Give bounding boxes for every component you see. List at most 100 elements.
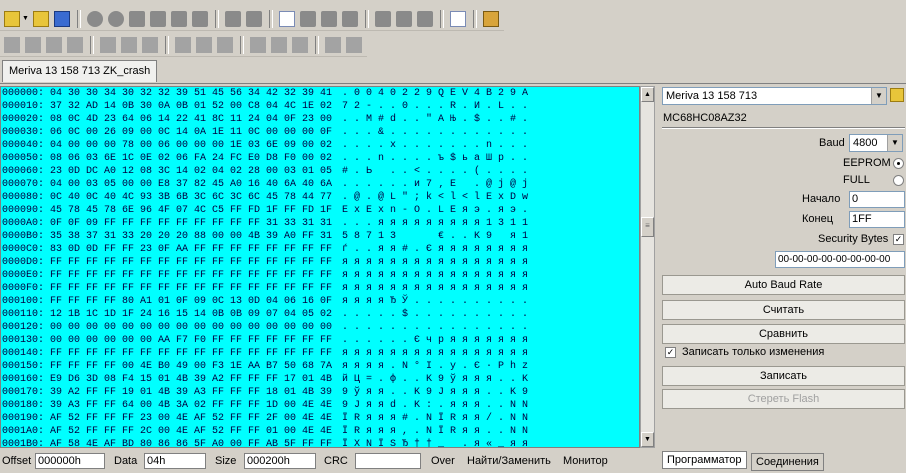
- mem4-icon[interactable]: [175, 36, 191, 53]
- compare-button[interactable]: Сравнить: [662, 324, 905, 344]
- hex-row-ascii[interactable]: . . . я я я я я я я я я 1 3 1 1: [342, 218, 528, 230]
- hex-row-ascii[interactable]: E x E x n - O . L E я э . я э .: [342, 205, 528, 217]
- hex-row-bytes[interactable]: 39 A2 FF FF 19 01 4B 39 A3 FF FF FF 18 0…: [50, 387, 332, 399]
- settings-icon[interactable]: [482, 10, 499, 27]
- hex-row-ascii[interactable]: 5 8 7 1 3 € . . K 9 я 1: [342, 231, 528, 243]
- device-select[interactable]: Meriva 13 158 713 ▼: [662, 87, 887, 105]
- hex-row-ascii[interactable]: я я я я я я я я я я я я я я я я: [342, 270, 528, 282]
- hex-row-bytes[interactable]: 0C 40 0C 40 4C 93 3B 6B 3C 6C 3C 6C 45 7…: [50, 192, 332, 204]
- hex-row-bytes[interactable]: 23 0D DC A0 12 08 3C 14 02 04 02 28 00 0…: [50, 166, 332, 178]
- eeprom-radio[interactable]: [893, 158, 904, 169]
- run-icon[interactable]: [325, 36, 341, 53]
- scroll-down-icon[interactable]: ▼: [641, 432, 654, 447]
- save-icon[interactable]: [53, 10, 70, 27]
- hex-row-ascii[interactable]: . . . . . . Є ч р я я я я я я я: [342, 335, 528, 347]
- hex-row-bytes[interactable]: 08 06 03 6E 1C 0E 02 06 FA 24 FC E0 D8 F…: [50, 153, 332, 165]
- hex-editor[interactable]: 000000: 04 30 30 34 30 32 32 39 51 45 56 …: [0, 86, 640, 448]
- hex-row-ascii[interactable]: . . . n . . . . ъ $ ь а Ш р . .: [342, 153, 528, 165]
- stop-run-icon[interactable]: [346, 36, 362, 53]
- hex-row-bytes[interactable]: FF FF FF FF 80 A1 01 0F 09 0C 13 0D 04 0…: [50, 296, 332, 308]
- document-icon[interactable]: [278, 10, 295, 27]
- plug-icon[interactable]: [67, 36, 83, 53]
- auto-baud-button[interactable]: Auto Baud Rate: [662, 275, 905, 295]
- scroll-up-icon[interactable]: ▲: [641, 87, 654, 102]
- hex-row-ascii[interactable]: я я я я я я я я я я я я я я я я: [342, 257, 528, 269]
- hex-row-bytes[interactable]: E9 D6 3D 08 F4 15 01 4B 39 A2 FF FF FF 1…: [50, 374, 332, 386]
- hex-row-bytes[interactable]: 39 A3 FF FF 64 00 4B 3A 02 FF FF FF 1D 0…: [50, 400, 332, 412]
- grid-icon[interactable]: [416, 10, 433, 27]
- baud-select[interactable]: 4800 ▼: [849, 134, 903, 152]
- mem1-icon[interactable]: [100, 36, 116, 53]
- security-bytes-checkbox[interactable]: ✓: [893, 234, 904, 245]
- target-icon[interactable]: [292, 36, 308, 53]
- write-button[interactable]: Записать: [662, 366, 905, 386]
- cursor-icon[interactable]: [250, 36, 266, 53]
- security-bytes-input[interactable]: 00-00-00-00-00-00-00-00: [775, 251, 905, 268]
- hex-row-ascii[interactable]: Ї R я я я # . N Ї R я я / . N N: [342, 413, 528, 425]
- hex-row-bytes[interactable]: 0F 0F 09 FF FF FF FF FF FF FF FF FF 31 3…: [50, 218, 332, 230]
- hex-scrollbar[interactable]: ▲ ≡ ▼: [640, 86, 655, 448]
- write-changes-checkbox[interactable]: ✓: [665, 347, 676, 358]
- hex-row-bytes[interactable]: AF 58 4E AF BD 80 86 86 5F A0 00 FF AB 5…: [50, 439, 332, 447]
- copy-icon[interactable]: [149, 10, 166, 27]
- hex-row-bytes[interactable]: FF FF FF FF 00 4E B0 49 00 F3 1E AA B7 5…: [50, 361, 332, 373]
- hex-row-ascii[interactable]: я я я я я я я я я я я я я я я я: [342, 283, 528, 295]
- tab-document[interactable]: Meriva 13 158 713 ZK_crash: [2, 60, 158, 82]
- hex-row-bytes[interactable]: 12 1B 1C 1D 1F 24 16 15 14 0B 0B 09 07 0…: [50, 309, 332, 321]
- hex-row-ascii[interactable]: ѓ . . я я # . Є я я я я я я я я: [342, 244, 528, 256]
- hex-row-bytes[interactable]: 00 00 00 00 00 00 AA F7 F0 FF FF FF FF F…: [50, 335, 332, 347]
- hex-row-ascii[interactable]: я я я я я я я я я я я я я я я я: [342, 348, 528, 360]
- hex-row-ascii[interactable]: . @ . @ L " ; k < l < l E x D w: [342, 192, 528, 204]
- hex-row-ascii[interactable]: . . . . x . . . . . . . n . . .: [342, 140, 528, 152]
- mem5-icon[interactable]: [196, 36, 212, 53]
- hex-row-bytes[interactable]: 04 00 00 00 78 00 06 00 00 00 1E 03 6E 0…: [50, 140, 332, 152]
- chip-icon[interactable]: [46, 36, 62, 53]
- hex-row-ascii[interactable]: 9 ў я я . . K 9 Ј я я я . . K 9: [342, 387, 528, 399]
- hex-row-bytes[interactable]: FF FF FF FF FF FF FF FF FF FF FF FF FF F…: [50, 257, 332, 269]
- hex-row-bytes[interactable]: AF 52 FF FF FF 2C 00 4E AF 52 FF FF 01 0…: [50, 426, 332, 438]
- page-icon[interactable]: [299, 10, 316, 27]
- monitor-label[interactable]: Монитор: [563, 455, 608, 467]
- hex-row-bytes[interactable]: 83 0D 0D FF FF 23 0F AA FF FF FF FF FF F…: [50, 244, 332, 256]
- scroll-thumb[interactable]: ≡: [641, 217, 654, 237]
- full-radio[interactable]: [893, 175, 904, 186]
- block-alt-icon[interactable]: [395, 10, 412, 27]
- chevron-down-icon[interactable]: ▼: [887, 135, 902, 151]
- new-icon[interactable]: [4, 10, 20, 27]
- open-folder-icon[interactable]: [890, 88, 904, 102]
- hex-row-ascii[interactable]: Ї R я я я , . N Ї R я я . . N N: [342, 426, 528, 438]
- hex-row-ascii[interactable]: . . . . . . . . . . . . . . . .: [342, 322, 528, 334]
- tab-programmer[interactable]: Программатор: [662, 451, 747, 469]
- hex-row-ascii[interactable]: . . . & . . . . . . . . . . . .: [342, 127, 528, 139]
- edit-icon[interactable]: [449, 10, 466, 27]
- hex-row-bytes[interactable]: 08 0C 4D 23 64 06 14 22 41 8C 11 24 04 0…: [50, 114, 332, 126]
- hex-row-ascii[interactable]: . . . . . . и 7 ‚ E . @ j @ j: [342, 179, 528, 191]
- hex-row-bytes[interactable]: FF FF FF FF FF FF FF FF FF FF FF FF FF F…: [50, 283, 332, 295]
- open-icon[interactable]: [32, 10, 49, 27]
- hex-row-bytes[interactable]: 00 00 00 00 00 00 00 00 00 00 00 00 00 0…: [50, 322, 332, 334]
- record-icon[interactable]: [86, 10, 103, 27]
- replace-icon[interactable]: [245, 10, 262, 27]
- hex-row-bytes[interactable]: 04 00 03 05 00 00 E8 37 82 45 A0 16 40 6…: [50, 179, 332, 191]
- hex-row-bytes[interactable]: 04 30 30 34 30 32 32 39 51 45 56 34 42 3…: [50, 88, 332, 100]
- hex-row-ascii[interactable]: я я я я . N ° I . у . Є · P h z: [342, 361, 528, 373]
- page-alt-icon[interactable]: [320, 10, 337, 27]
- hex-row-ascii[interactable]: . 0 0 4 0 2 2 9 Q E V 4 B 2 9 A: [342, 88, 528, 100]
- hex-row-ascii[interactable]: Ї X N Ї Ѕ Ђ † † _ . я « _ я я: [342, 439, 528, 447]
- refresh-icon[interactable]: [341, 10, 358, 27]
- hex-row-bytes[interactable]: 06 0C 00 26 09 00 0C 14 0A 1E 11 0C 00 0…: [50, 127, 332, 139]
- hex-row-ascii[interactable]: 9 Ј я я d . K : . я я я . . N N: [342, 400, 528, 412]
- hex-row-bytes[interactable]: 45 78 45 78 6E 96 4F 07 4C C5 FF FD 1F F…: [50, 205, 332, 217]
- hex-row-bytes[interactable]: 35 38 37 31 33 20 20 20 88 00 00 4B 39 A…: [50, 231, 332, 243]
- start-input[interactable]: 0: [849, 191, 905, 208]
- find-icon[interactable]: [224, 10, 241, 27]
- new-dropdown-icon[interactable]: ▼: [22, 15, 29, 22]
- probe-alt-icon[interactable]: [25, 36, 41, 53]
- select-icon[interactable]: [271, 36, 287, 53]
- chevron-down-icon[interactable]: ▼: [871, 88, 886, 104]
- hex-row-ascii[interactable]: . . M # d . . " A Њ . $ . . # .: [342, 114, 528, 126]
- hex-row-ascii[interactable]: я я я я Ђ Ў . . . . . . . . . .: [342, 296, 528, 308]
- delete-icon[interactable]: [191, 10, 208, 27]
- hex-row-ascii[interactable]: й Ц = . ф . . K 9 ў я я я . . K: [342, 374, 528, 386]
- read-button[interactable]: Считать: [662, 300, 905, 320]
